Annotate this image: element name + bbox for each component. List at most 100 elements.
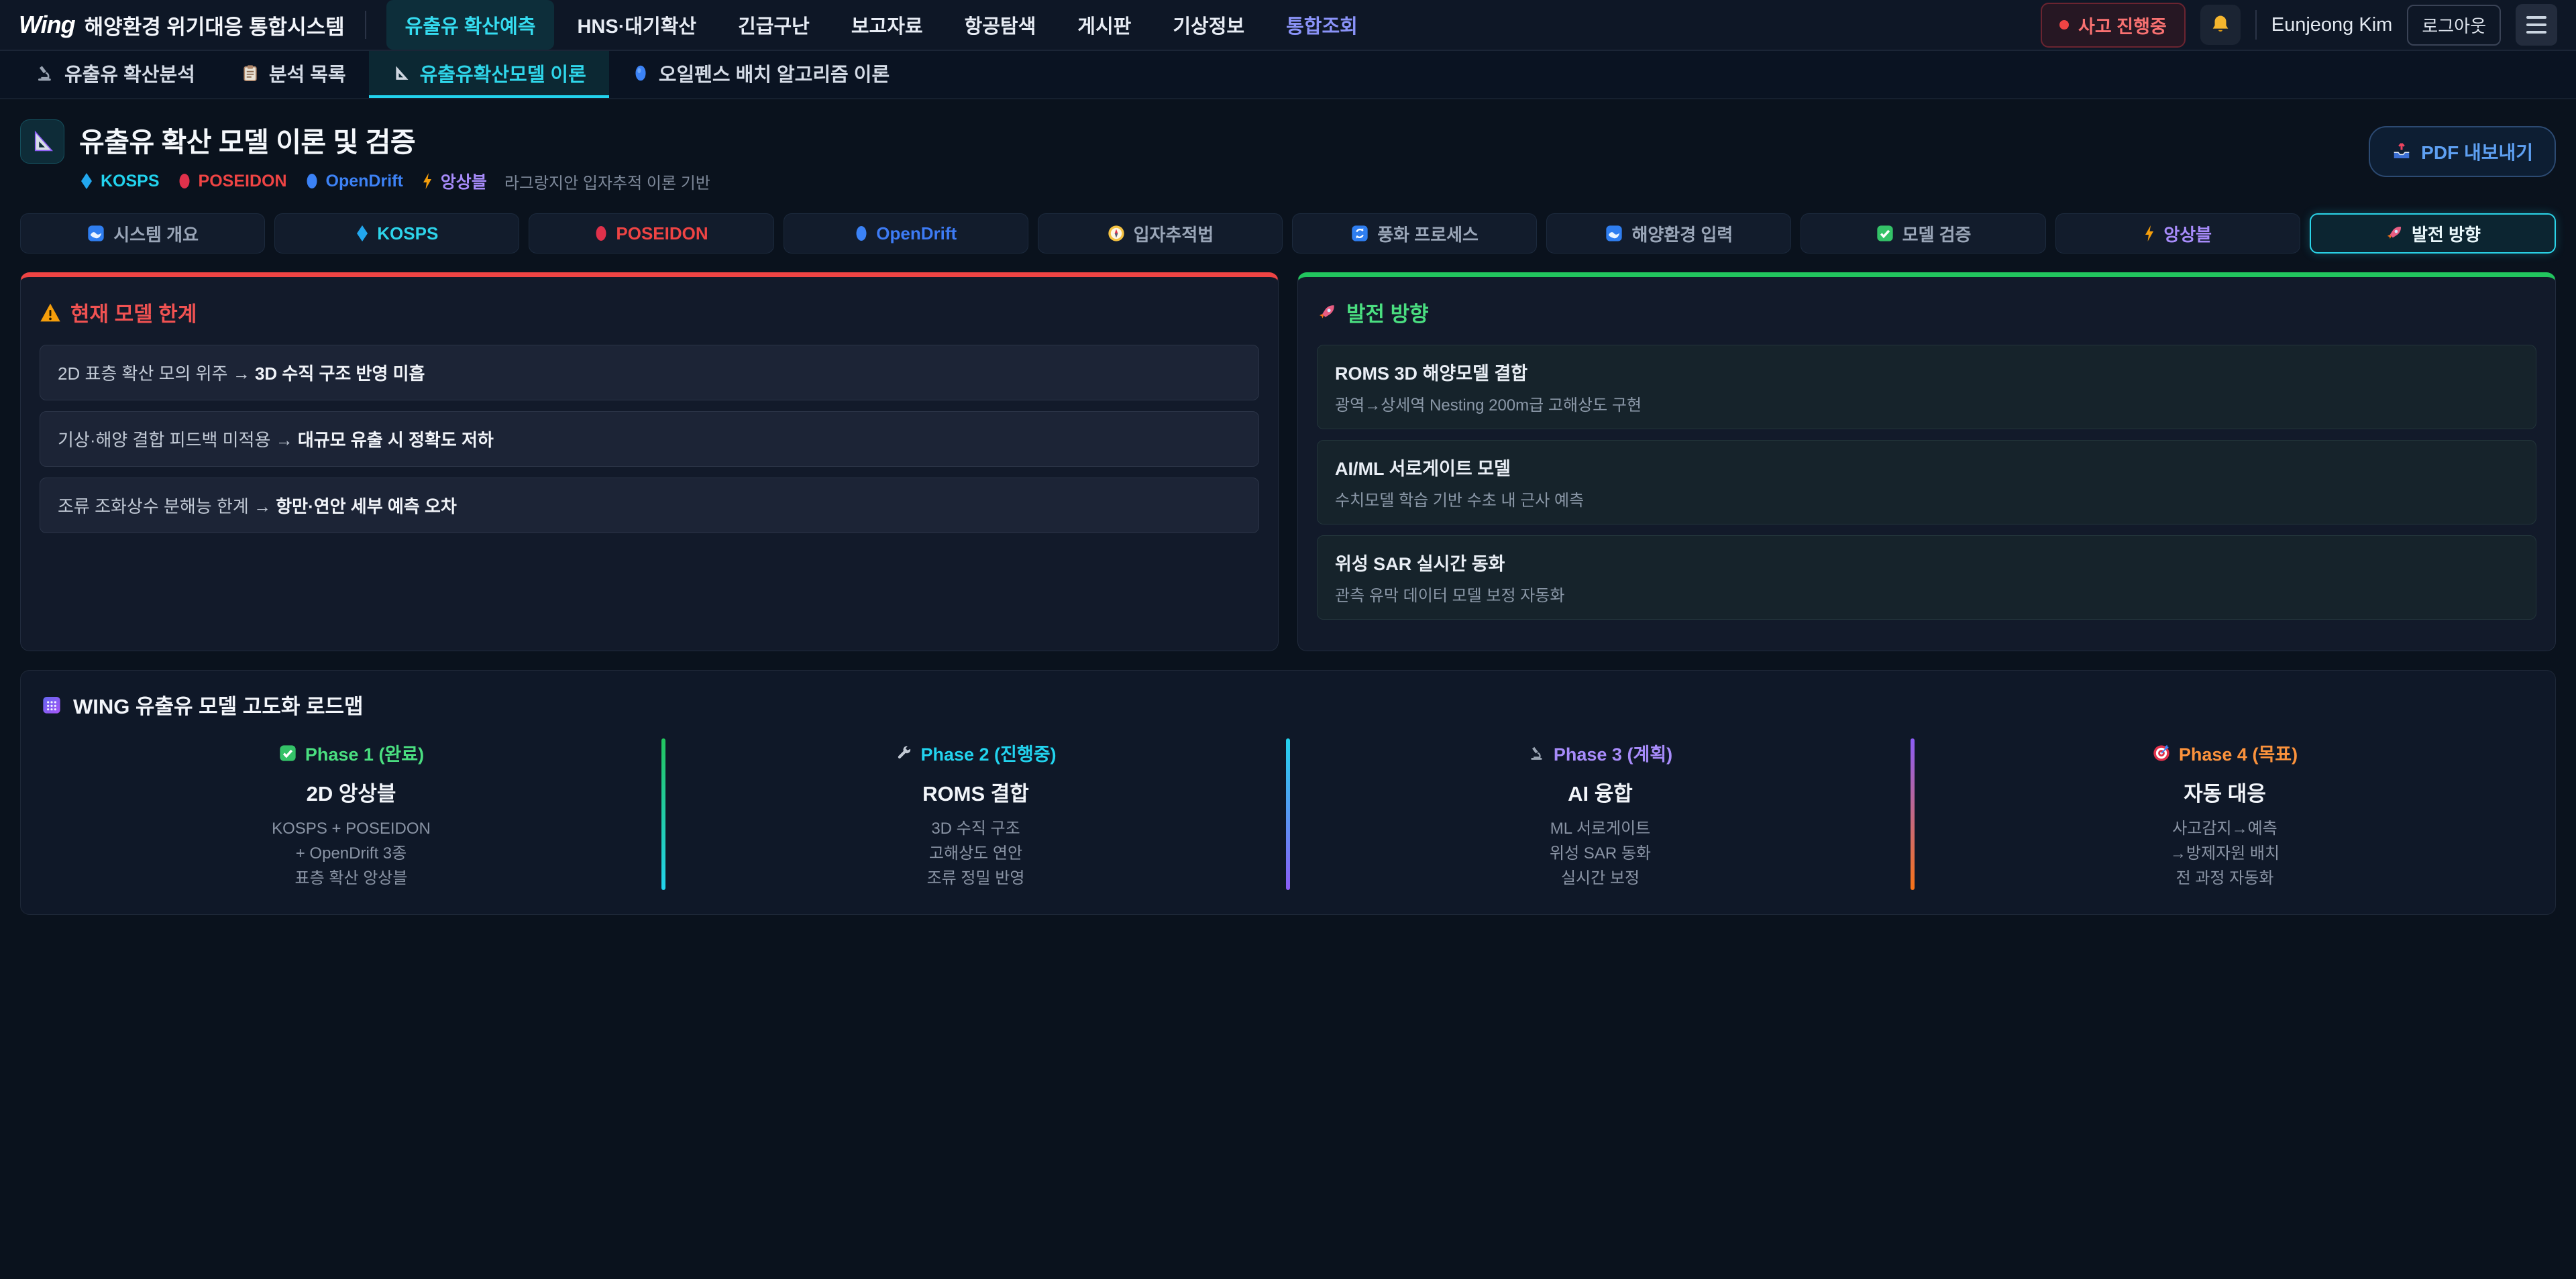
- pdf-export-button[interactable]: PDF 내보내기: [2369, 126, 2556, 177]
- blue-dot-icon: [305, 172, 319, 190]
- page-header: 유출유 확산 모델 이론 및 검증 KOSPS POSEIDON OpenDri…: [20, 119, 2556, 193]
- menu-integrated-search[interactable]: 통합조회: [1267, 0, 1377, 50]
- microscope-icon: [35, 63, 55, 83]
- wave-icon: [1605, 224, 1623, 243]
- roadmap-phase-1: Phase 1 (완료) 2D 앙상블 KOSPS + POSEIDON + O…: [41, 737, 661, 891]
- incident-in-progress-badge[interactable]: 사고 진행중: [2041, 3, 2186, 48]
- check-square-icon: [278, 744, 297, 763]
- tab-spill-model-theory[interactable]: 유출유확산모델 이론: [369, 51, 609, 98]
- notifications-button[interactable]: [2200, 5, 2241, 45]
- phase1-title: 2D 앙상블: [41, 777, 661, 807]
- tab-label: 유출유 확산분석: [64, 59, 195, 87]
- diamond-icon: [356, 225, 369, 242]
- tab-analysis-list[interactable]: 분석 목록: [218, 51, 369, 98]
- wrench-icon: [895, 744, 912, 762]
- triangle-ruler-icon: [30, 129, 55, 154]
- section-tab-ocean-env-input[interactable]: 해양환경 입력: [1546, 213, 1791, 254]
- model-badge-row: KOSPS POSEIDON OpenDrift 앙상블 라그랑지안 입자추: [79, 169, 710, 193]
- phase2-label: Phase 2 (진행중): [895, 740, 1056, 766]
- roadmap-phase-2: Phase 2 (진행중) ROMS 결합 3D 수직 구조 고해상도 연안 조…: [665, 737, 1286, 891]
- oil-fence-shield-icon: [632, 64, 649, 82]
- phase4-title: 자동 대응: [1915, 777, 2535, 807]
- section-tab-poseidon[interactable]: POSEIDON: [529, 213, 773, 254]
- phase1-label: Phase 1 (완료): [278, 740, 424, 766]
- target-icon: [2152, 744, 2171, 763]
- check-square-icon: [1876, 224, 1894, 243]
- phase4-label: Phase 4 (목표): [2152, 740, 2298, 766]
- logo-wing-icon: Wing: [19, 11, 75, 39]
- tab-label: 오일펜스 배치 알고리즘 이론: [659, 59, 890, 87]
- page-icon-box: [20, 119, 64, 164]
- ensemble-badge: 앙상블: [421, 169, 487, 193]
- future-item: AI/ML 서로게이트 모델 수치모델 학습 기반 수초 내 근사 예측: [1317, 440, 2536, 524]
- future-item: ROMS 3D 해양모델 결합 광역→상세역 Nesting 200m급 고해상…: [1317, 345, 2536, 429]
- menu-weather-info[interactable]: 기상정보: [1154, 0, 1263, 50]
- lightning-icon: [2143, 225, 2155, 242]
- warning-icon: [40, 302, 61, 323]
- tab-label: 분석 목록: [269, 59, 346, 87]
- page-header-left: 유출유 확산 모델 이론 및 검증 KOSPS POSEIDON OpenDri…: [20, 119, 710, 193]
- menu-aerial-search[interactable]: 항공탐색: [946, 0, 1055, 50]
- section-tab-ensemble[interactable]: 앙상블: [2055, 213, 2300, 254]
- menu-oil-spill-prediction[interactable]: 유출유 확산예측: [386, 0, 555, 50]
- top-navigation-bar: Wing 해양환경 위기대응 통합시스템 유출유 확산예측 HNS·대기확산 긴…: [0, 0, 2576, 51]
- rocket-icon: [2385, 224, 2404, 243]
- tab-oil-fence-theory[interactable]: 오일펜스 배치 알고리즘 이론: [609, 51, 912, 98]
- section-tab-future-direction[interactable]: 발전 방향: [2310, 213, 2556, 254]
- bell-icon: [2209, 13, 2232, 36]
- hamburger-icon: [2526, 16, 2546, 19]
- phase3-label: Phase 3 (계획): [1528, 740, 1672, 766]
- section-tab-kosps[interactable]: KOSPS: [274, 213, 519, 254]
- poseidon-badge: POSEIDON: [177, 172, 287, 191]
- roadmap-phases: Phase 1 (완료) 2D 앙상블 KOSPS + POSEIDON + O…: [41, 737, 2535, 891]
- lightning-icon: [421, 172, 434, 190]
- menu-reports[interactable]: 보고자료: [833, 0, 942, 50]
- red-dot-icon: [594, 225, 608, 242]
- app-title: 해양환경 위기대응 통합시스템: [85, 10, 345, 40]
- triangle-ruler-icon: [392, 64, 411, 82]
- rocket-icon: [1317, 302, 1337, 323]
- limitation-item: 기상·해양 결합 피드백 미적용 → 대규모 유출 시 정확도 저하: [40, 411, 1259, 467]
- limitations-title: 현재 모델 한계: [40, 297, 1259, 327]
- future-direction-panel: 발전 방향 ROMS 3D 해양모델 결합 광역→상세역 Nesting 200…: [1297, 272, 2556, 651]
- tab-spill-analysis[interactable]: 유출유 확산분석: [12, 51, 218, 98]
- section-tab-opendrift[interactable]: OpenDrift: [784, 213, 1028, 254]
- menu-board[interactable]: 게시판: [1059, 0, 1150, 50]
- compass-icon: [1107, 224, 1126, 243]
- phase2-title: ROMS 결합: [665, 777, 1286, 807]
- page-title: 유출유 확산 모델 이론 및 검증: [79, 119, 710, 160]
- tab-label: 유출유확산모델 이론: [420, 59, 586, 87]
- menu-hns-atmospheric[interactable]: HNS·대기확산: [558, 0, 715, 50]
- hamburger-menu-button[interactable]: [2516, 4, 2557, 46]
- red-dot-icon: [177, 172, 192, 190]
- topnav-right-cluster: 사고 진행중 Eunjeong Kim 로그아웃: [2041, 3, 2557, 48]
- section-tab-system-overview[interactable]: 시스템 개요: [20, 213, 265, 254]
- logout-button[interactable]: 로그아웃: [2407, 5, 2501, 46]
- alert-badge-label: 사고 진행중: [2078, 12, 2167, 38]
- blue-dot-icon: [855, 225, 868, 242]
- kosps-badge: KOSPS: [79, 172, 160, 191]
- user-divider: [2255, 10, 2257, 40]
- page-header-text: 유출유 확산 모델 이론 및 검증 KOSPS POSEIDON OpenDri…: [79, 119, 710, 193]
- export-tray-icon: [2392, 142, 2412, 162]
- section-tab-model-validation[interactable]: 모델 검증: [1801, 213, 2045, 254]
- current-limitations-panel: 현재 모델 한계 2D 표층 확산 모의 위주 → 3D 수직 구조 반영 미흡…: [20, 272, 1279, 651]
- limitation-item: 조류 조화상수 분해능 한계 → 항만·연안 세부 예측 오차: [40, 478, 1259, 533]
- section-tab-weathering-process[interactable]: 풍화 프로세스: [1292, 213, 1537, 254]
- user-name: Eunjeong Kim: [2271, 14, 2393, 36]
- nav-divider: [365, 11, 366, 39]
- model-basis-note: 라그랑지안 입자추적 이론 기반: [504, 170, 710, 193]
- microscope-icon: [1528, 744, 1546, 762]
- roadmap-panel: WING 유출유 모델 고도화 로드맵 Phase 1 (완료) 2D 앙상블 …: [20, 670, 2556, 915]
- pdf-export-label: PDF 내보내기: [2421, 138, 2533, 165]
- sub-tab-bar: 유출유 확산분석 분석 목록 유출유확산모델 이론 오일펜스 배치 알고리즘 이…: [0, 51, 2576, 99]
- app-logo: Wing 해양환경 위기대응 통합시스템: [19, 10, 345, 40]
- calendar-icon: [41, 694, 62, 716]
- opendrift-badge: OpenDrift: [305, 172, 403, 191]
- menu-emergency-rescue[interactable]: 긴급구난: [719, 0, 828, 50]
- roadmap-phase-4: Phase 4 (목표) 자동 대응 사고감지→예측 →방제자원 배치 전 과정…: [1915, 737, 2535, 891]
- roadmap-title: WING 유출유 모델 고도화 로드맵: [41, 689, 2535, 720]
- main-menu: 유출유 확산예측 HNS·대기확산 긴급구난 보고자료 항공탐색 게시판 기상정…: [386, 0, 1377, 50]
- section-tab-particle-tracking[interactable]: 입자추적법: [1038, 213, 1283, 254]
- wave-icon: [87, 224, 105, 243]
